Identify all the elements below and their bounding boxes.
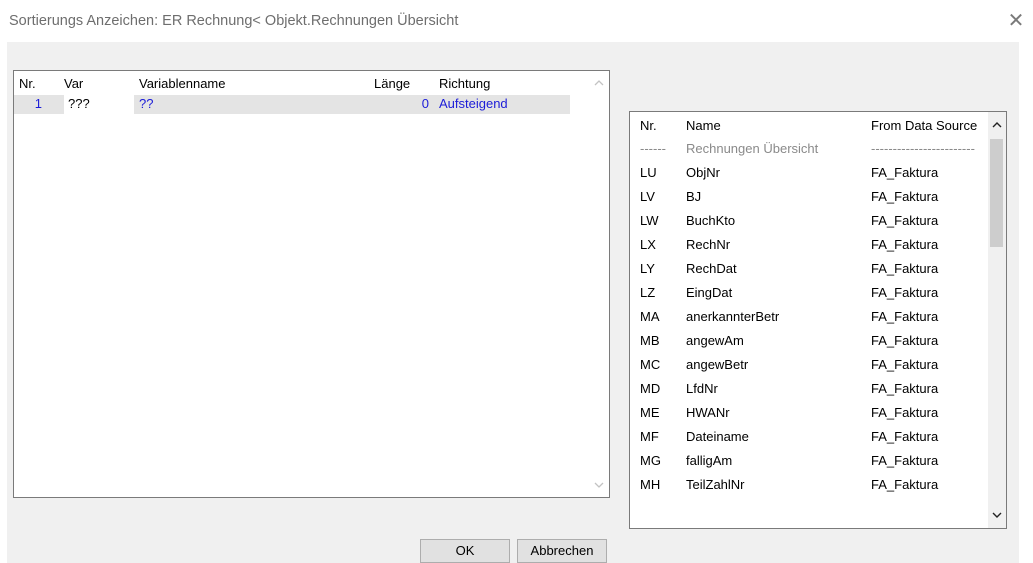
item-name: EingDat: [686, 285, 733, 300]
list-item[interactable]: LU ObjNr FA_Faktura: [630, 162, 990, 184]
item-name: anerkannterBetr: [686, 309, 780, 324]
scroll-down-icon[interactable]: [594, 481, 604, 489]
item-name: angewBetr: [686, 357, 749, 372]
item-source: FA_Faktura: [871, 213, 939, 228]
column-header-richtung[interactable]: Richtung: [439, 76, 490, 91]
window-title: Sortierungs Anzeichen: ER Rechnung< Obje…: [9, 13, 459, 29]
item-name: falligAm: [686, 453, 733, 468]
table-row[interactable]: 1 ??? ?? 0 Aufsteigend: [14, 95, 570, 114]
list-item[interactable]: MA anerkannterBetr FA_Faktura: [630, 306, 990, 328]
item-name: Rechnungen Übersicht: [686, 141, 819, 156]
item-name: BuchKto: [686, 213, 736, 228]
item-source: FA_Faktura: [871, 333, 939, 348]
item-source: FA_Faktura: [871, 381, 939, 396]
list-item[interactable]: MH TeilZahlNr FA_Faktura: [630, 474, 990, 496]
item-name: ObjNr: [686, 165, 720, 180]
item-nr: MB: [640, 333, 660, 348]
item-nr: LZ: [640, 285, 656, 300]
list-item[interactable]: MB angewAm FA_Faktura: [630, 330, 990, 352]
column-header-from-data-source[interactable]: From Data Source: [871, 118, 977, 133]
item-source: ------------------------: [871, 141, 975, 156]
list-item[interactable]: ME HWANr FA_Faktura: [630, 402, 990, 424]
item-nr: MC: [640, 357, 661, 372]
column-header-nr[interactable]: Nr.: [640, 118, 657, 133]
item-name: angewAm: [686, 333, 744, 348]
list-item[interactable]: LW BuchKto FA_Faktura: [630, 210, 990, 232]
list-item[interactable]: LX RechNr FA_Faktura: [630, 234, 990, 256]
item-source: FA_Faktura: [871, 357, 939, 372]
list-item[interactable]: LZ EingDat FA_Faktura: [630, 282, 990, 304]
cancel-button[interactable]: Abbrechen: [517, 539, 607, 563]
row-variable-name: ??: [139, 96, 154, 111]
item-name: BJ: [686, 189, 702, 204]
scroll-up-icon[interactable]: [594, 79, 604, 87]
scrollbar-thumb[interactable]: [990, 139, 1003, 247]
item-source: FA_Faktura: [871, 309, 939, 324]
row-length: 0: [421, 96, 429, 111]
item-source: FA_Faktura: [871, 477, 939, 492]
list-item[interactable]: LY RechDat FA_Faktura: [630, 258, 990, 280]
item-source: FA_Faktura: [871, 165, 939, 180]
item-name: RechNr: [686, 237, 731, 252]
list-item[interactable]: LV BJ FA_Faktura: [630, 186, 990, 208]
item-source: FA_Faktura: [871, 405, 939, 420]
list-item[interactable]: MD LfdNr FA_Faktura: [630, 378, 990, 400]
row-var-field[interactable]: ???: [64, 95, 134, 114]
ok-button[interactable]: OK: [420, 539, 510, 563]
item-name: HWANr: [686, 405, 730, 420]
title-bar: Sortierungs Anzeichen: ER Rechnung< Obje…: [0, 0, 1033, 42]
item-name: TeilZahlNr: [686, 477, 745, 492]
item-nr: ------: [640, 141, 666, 156]
item-source: FA_Faktura: [871, 285, 939, 300]
item-name: LfdNr: [686, 381, 718, 396]
variable-list-scrollbar[interactable]: [988, 112, 1006, 528]
row-nr: 1: [34, 96, 42, 111]
variable-list-header: Nr. Name From Data Source: [630, 112, 1006, 138]
scroll-up-icon[interactable]: [992, 121, 1002, 129]
scroll-down-icon[interactable]: [992, 511, 1002, 519]
item-source: FA_Faktura: [871, 237, 939, 252]
item-nr: MD: [640, 381, 661, 396]
item-name: Dateiname: [686, 429, 749, 444]
item-nr: LY: [640, 261, 655, 276]
item-nr: MG: [640, 453, 661, 468]
item-nr: MH: [640, 477, 661, 492]
column-header-laenge[interactable]: Länge: [374, 76, 410, 91]
item-name: RechDat: [686, 261, 737, 276]
item-nr: LW: [640, 213, 659, 228]
column-header-var[interactable]: Var: [64, 76, 83, 91]
list-item[interactable]: ------ Rechnungen Übersicht ------------…: [630, 138, 990, 160]
item-source: FA_Faktura: [871, 189, 939, 204]
list-item[interactable]: MG falligAm FA_Faktura: [630, 450, 990, 472]
item-source: FA_Faktura: [871, 429, 939, 444]
variable-list: Nr. Name From Data Source ------ Rechnun…: [629, 111, 1007, 529]
item-source: FA_Faktura: [871, 261, 939, 276]
list-item[interactable]: MF Dateiname FA_Faktura: [630, 426, 990, 448]
item-nr: MA: [640, 309, 660, 324]
sort-table-header: Nr. Var Variablenname Länge Richtung: [14, 71, 609, 95]
item-nr: MF: [640, 429, 659, 444]
list-item[interactable]: [630, 498, 990, 520]
column-header-nr[interactable]: Nr.: [19, 76, 36, 91]
sort-table: Nr. Var Variablenname Länge Richtung 1 ?…: [13, 70, 610, 498]
list-item[interactable]: MC angewBetr FA_Faktura: [630, 354, 990, 376]
item-source: FA_Faktura: [871, 453, 939, 468]
item-nr: ME: [640, 405, 660, 420]
item-nr: LU: [640, 165, 657, 180]
row-direction[interactable]: Aufsteigend: [439, 96, 508, 111]
column-header-name[interactable]: Name: [686, 118, 721, 133]
sort-table-scrollbar[interactable]: [589, 71, 609, 497]
column-header-variablenname[interactable]: Variablenname: [139, 76, 225, 91]
item-nr: LV: [640, 189, 655, 204]
item-nr: LX: [640, 237, 656, 252]
close-icon[interactable]: ✕: [1007, 11, 1025, 31]
